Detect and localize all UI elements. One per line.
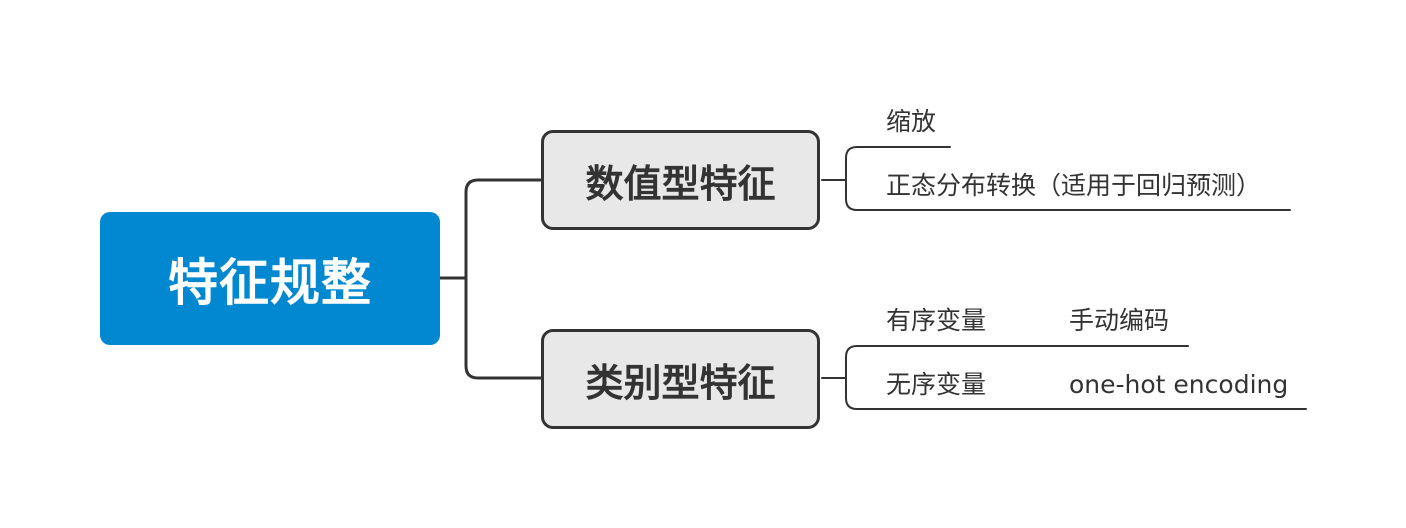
leaf-ordinal-variable[interactable]: 有序变量 — [886, 308, 986, 333]
leaf-scaling[interactable]: 缩放 — [886, 109, 936, 134]
categorical-connector — [464, 276, 543, 380]
branch-label-categorical: 类别型特征 — [585, 360, 776, 405]
leaf-normal-transform[interactable]: 正态分布转换（适用于回归预测） — [886, 173, 1261, 198]
leaf-ordinal-encoding[interactable]: 手动编码 — [1069, 308, 1169, 333]
root-label: 特征规整 — [168, 253, 372, 312]
leaf-nominal-encoding[interactable]: one-hot encoding — [1069, 372, 1288, 397]
root-node[interactable]: 特征规整 — [100, 212, 440, 345]
branch-label-numeric: 数值型特征 — [585, 161, 776, 206]
branch-node-categorical[interactable]: 类别型特征 — [541, 329, 820, 429]
branch-node-numeric[interactable]: 数值型特征 — [541, 130, 820, 230]
numeric-connector — [464, 178, 543, 280]
leaf-nominal-variable[interactable]: 无序变量 — [886, 372, 986, 397]
